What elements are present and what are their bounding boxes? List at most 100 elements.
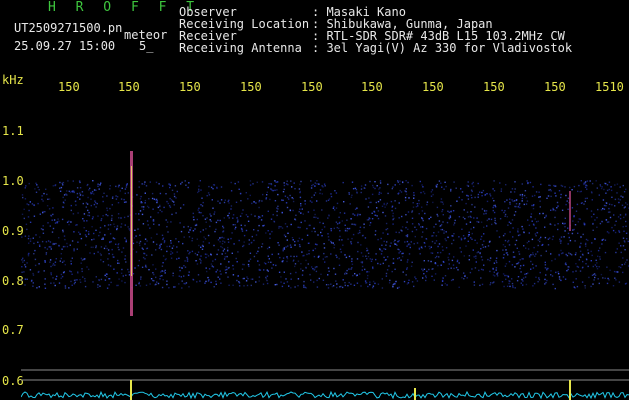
noise-pixel — [245, 229, 248, 232]
noise-pixel — [274, 284, 276, 286]
noise-pixel — [466, 184, 468, 187]
noise-pixel — [170, 199, 173, 201]
noise-pixel — [314, 266, 317, 268]
noise-pixel — [585, 245, 587, 247]
noise-pixel — [430, 252, 432, 254]
noise-pixel — [321, 193, 323, 195]
noise-pixel — [374, 234, 377, 236]
noise-pixel — [602, 199, 605, 201]
noise-pixel — [366, 249, 369, 251]
noise-pixel — [475, 261, 477, 263]
noise-pixel — [213, 184, 216, 186]
noise-pixel — [523, 231, 525, 234]
noise-pixel — [374, 282, 376, 285]
noise-pixel — [55, 278, 57, 280]
noise-pixel — [441, 280, 444, 282]
noise-pixel — [160, 243, 162, 245]
noise-pixel — [335, 280, 337, 282]
noise-pixel — [437, 231, 440, 233]
noise-pixel — [441, 284, 443, 286]
noise-pixel — [103, 247, 106, 250]
noise-pixel — [91, 218, 94, 220]
noise-pixel — [183, 265, 185, 267]
noise-pixel — [167, 202, 169, 205]
noise-pixel — [199, 231, 202, 233]
noise-pixel — [518, 204, 520, 206]
noise-pixel — [139, 244, 141, 247]
noise-pixel — [424, 192, 426, 195]
noise-pixel — [109, 265, 112, 267]
noise-pixel — [371, 212, 373, 214]
noise-pixel — [335, 254, 337, 257]
noise-pixel — [480, 268, 483, 271]
noise-pixel — [448, 217, 450, 219]
noise-pixel — [567, 197, 570, 199]
noise-pixel — [398, 192, 400, 194]
freq-tick-label: 150 — [240, 80, 262, 94]
noise-pixel — [58, 220, 60, 222]
noise-pixel — [535, 221, 538, 223]
noise-pixel — [537, 220, 539, 222]
noise-pixel — [557, 271, 559, 273]
noise-pixel — [290, 278, 292, 280]
noise-pixel — [504, 210, 506, 212]
noise-pixel — [311, 230, 313, 233]
noise-pixel — [376, 207, 378, 209]
noise-pixel — [533, 282, 536, 285]
noise-pixel — [363, 187, 365, 189]
noise-pixel — [417, 205, 419, 207]
noise-pixel — [583, 183, 585, 186]
noise-pixel — [44, 260, 46, 262]
noise-pixel — [401, 181, 404, 183]
noise-pixel — [467, 181, 469, 183]
noise-pixel — [611, 196, 613, 198]
noise-pixel — [575, 278, 577, 280]
noise-pixel — [294, 188, 296, 190]
noise-pixel — [334, 273, 337, 275]
noise-pixel — [334, 190, 336, 192]
noise-pixel — [544, 236, 547, 239]
noise-pixel — [363, 223, 365, 225]
noise-pixel — [274, 189, 276, 191]
noise-pixel — [68, 287, 70, 289]
noise-pixel — [506, 199, 508, 201]
noise-pixel — [437, 252, 439, 254]
noise-pixel — [450, 279, 453, 282]
noise-pixel — [79, 187, 82, 189]
noise-pixel — [111, 253, 114, 256]
noise-pixel — [140, 195, 142, 198]
noise-pixel — [157, 282, 160, 285]
noise-pixel — [195, 224, 198, 226]
noise-pixel — [509, 198, 511, 200]
noise-pixel — [567, 243, 569, 245]
noise-pixel — [53, 219, 56, 221]
noise-pixel — [24, 264, 26, 266]
noise-pixel — [311, 266, 313, 268]
noise-pixel — [554, 192, 556, 194]
noise-pixel — [550, 209, 552, 211]
noise-pixel — [573, 215, 575, 217]
noise-pixel — [73, 279, 76, 281]
noise-pixel — [426, 201, 429, 203]
noise-pixel — [161, 265, 164, 267]
noise-pixel — [509, 203, 511, 205]
noise-pixel — [241, 268, 244, 270]
noise-pixel — [157, 212, 159, 214]
noise-pixel — [599, 258, 601, 260]
noise-pixel — [421, 184, 423, 186]
noise-pixel — [24, 187, 26, 189]
noise-pixel — [439, 251, 442, 254]
noise-pixel — [502, 244, 505, 246]
noise-pixel — [316, 243, 318, 246]
noise-pixel — [100, 246, 103, 248]
noise-pixel — [450, 205, 452, 207]
noise-pixel — [102, 261, 105, 263]
noise-pixel — [544, 264, 547, 266]
noise-pixel — [26, 278, 28, 280]
noise-pixel — [525, 203, 528, 205]
noise-pixel — [392, 262, 394, 264]
noise-pixel — [375, 253, 377, 255]
noise-pixel — [286, 281, 289, 283]
noise-pixel — [139, 285, 142, 287]
noise-pixel — [212, 266, 215, 268]
